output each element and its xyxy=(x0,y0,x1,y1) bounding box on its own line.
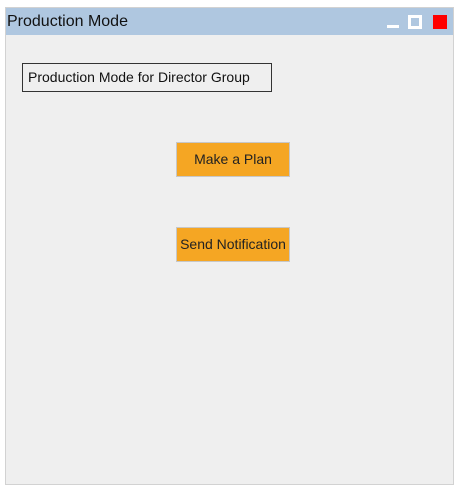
app-window: Production Mode Production Mode for Dire… xyxy=(5,7,454,485)
make-plan-button[interactable]: Make a Plan xyxy=(176,142,290,177)
close-icon[interactable] xyxy=(433,15,447,29)
minimize-icon[interactable] xyxy=(387,17,399,29)
maximize-icon[interactable] xyxy=(408,15,422,29)
director-group-label: Production Mode for Director Group xyxy=(22,63,272,92)
title-bar[interactable]: Production Mode xyxy=(6,8,453,35)
window-title: Production Mode xyxy=(7,13,128,30)
send-notification-button[interactable]: Send Notification xyxy=(176,227,290,262)
